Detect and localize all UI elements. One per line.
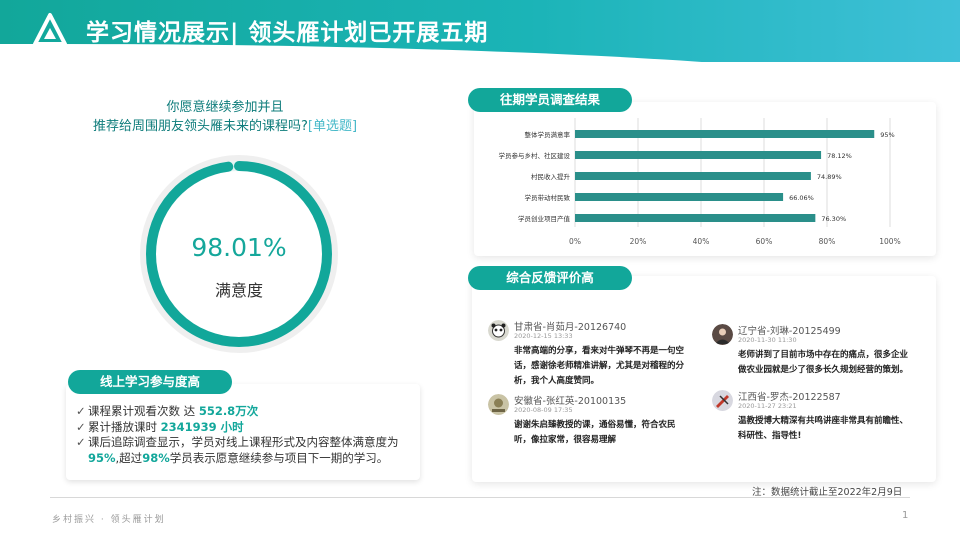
x-tick-label: 20%	[630, 237, 647, 246]
stat-text: 学员表示愿意继续参与项目下一期的学习。	[169, 450, 389, 465]
check-icon: ✓	[76, 435, 86, 449]
bar-value-label: 78.12%	[827, 152, 852, 160]
feedback-author: 江西省-罗杰-20122587	[738, 392, 841, 403]
feedback-text: 老师讲到了目前市场中存在的痛点，很多企业 做农业园就是少了很多长久规划经营的策划…	[738, 348, 938, 378]
check-icon: ✓	[76, 404, 86, 418]
footer-divider	[50, 497, 910, 498]
stat-highlight: 95%	[88, 450, 116, 465]
x-tick-label: 100%	[879, 237, 900, 246]
stat-label: 课程累计观看次数 达	[88, 404, 199, 418]
feedback-line: 话，感谢徐老师精准讲解，尤其是对稽程的分	[514, 361, 685, 371]
bar-value-label: 66.06%	[789, 194, 814, 202]
bar	[575, 193, 784, 201]
feedback-text: 非常高端的分享，看来对牛弹琴不再是一句空 话，感谢徐老师精准讲解，尤其是对稽程的…	[514, 344, 754, 389]
stat-row-hours: ✓ 累计播放课时 2341939 小时	[76, 420, 421, 436]
x-tick-label: 40%	[693, 237, 710, 246]
stat-row-survey: ✓ 课后追踪调查显示，学员对线上课程形式及内容整体满意度为95%,超过98%学员…	[76, 435, 421, 466]
x-tick-label: 80%	[819, 237, 836, 246]
feedback-line: 听，像拉家常，很容易理解	[514, 435, 617, 445]
feedback-line: 做农业园就是少了很多长久规划经营的策划。	[738, 365, 909, 375]
feedback-author: 安徽省-张红英-20100135	[514, 396, 627, 407]
category-label: 村民收入提升	[531, 172, 571, 181]
footer-text: 乡村振兴 · 领头雁计划	[52, 515, 166, 525]
satisfaction-ring: 98.01% 满意度	[136, 151, 342, 357]
feedback-line: 析，我个人高度赞同。	[514, 376, 600, 386]
check-icon: ✓	[76, 419, 86, 434]
category-label: 学员带动村民致	[525, 193, 571, 202]
stat-value: 552.8万次	[198, 404, 259, 418]
online-learning-title: 线上学习参与度高	[68, 370, 232, 394]
category-label: 整体学员满意率	[525, 130, 571, 139]
feedback-title: 综合反馈评价高	[468, 266, 632, 290]
feedback-line: 非常高端的分享，看来对牛弹琴不再是一句空	[514, 346, 685, 356]
feedback-line: 科研性、指导性!	[738, 431, 802, 441]
flag-avatar-icon	[712, 390, 733, 411]
satisfaction-percent: 98.01%	[191, 233, 287, 262]
feedback-author: 甘肃省-肖茹月-20126740	[514, 322, 627, 333]
person-avatar-icon	[712, 324, 733, 345]
bar	[575, 172, 811, 180]
panda-avatar-icon	[488, 320, 509, 341]
stat-text: ,超过	[115, 450, 143, 465]
page-number: 1	[902, 510, 909, 521]
category-label: 学员参与乡村、社区建设	[499, 151, 571, 160]
feedback-date: 2020-11-30 11:30	[738, 336, 797, 344]
feedback-text: 温教授博大精深有共鸣讲座非常具有前瞻性、 科研性、指导性!	[738, 414, 938, 444]
stat-highlight: 98%	[142, 450, 170, 465]
question-type-tag: [单选题]	[307, 119, 358, 134]
feedback-text: 谢谢朱启臻教授的课，通俗易懂，符合农民 听，像拉家常，很容易理解	[514, 418, 714, 448]
feedback-line: 老师讲到了目前市场中存在的痛点，很多企业	[738, 350, 909, 360]
stat-label: 累计播放课时	[88, 419, 161, 434]
feedback-line: 温教授博大精深有共鸣讲座非常具有前瞻性、	[738, 416, 909, 426]
x-tick-label: 60%	[756, 237, 773, 246]
badge-avatar-icon	[488, 394, 509, 415]
bar-value-label: 74.89%	[817, 173, 842, 181]
feedback-date: 2020-11-27 23:21	[738, 402, 797, 410]
triangle-logo-icon	[33, 13, 67, 46]
survey-bar-chart: 0% 20% 40% 60% 80% 100% 整体学员满意率 95% 学员参与乡村、社区建设 7…	[499, 118, 901, 246]
bar	[575, 130, 875, 138]
feedback-author: 辽宁省-刘琳-20125499	[738, 326, 841, 337]
question-line-2: 推荐给周围朋友领头雁未来的课程吗?	[92, 119, 308, 134]
bar-value-label: 95%	[880, 131, 894, 139]
bar-value-label: 76.30%	[821, 215, 846, 223]
stat-text: 课后追踪调查显示，学员对线上课程形式及内容整体满意度为	[88, 435, 399, 449]
online-learning-stats: ✓ 课程累计观看次数 达 552.8万次 ✓ 累计播放课时 2341939 小时…	[76, 404, 421, 466]
page-title: 学习情况展示| 领头雁计划已开展五期	[86, 20, 489, 46]
x-tick-label: 0%	[569, 237, 581, 246]
feedback-line: 谢谢朱启臻教授的课，通俗易懂，符合农民	[514, 420, 676, 430]
bar	[575, 214, 816, 222]
category-label: 学员创业项目产值	[518, 214, 571, 223]
data-note: 注：数据统计截止至2022年2月9日	[752, 487, 903, 498]
stat-row-views: ✓ 课程累计观看次数 达 552.8万次	[76, 404, 421, 420]
satisfaction-label: 满意度	[214, 281, 263, 300]
survey-question: 你愿意继续参加并且 推荐给周围朋友领头雁未来的课程吗?[单选题]	[60, 98, 390, 136]
bar	[575, 151, 822, 159]
stat-value: 2341939 小时	[160, 419, 244, 434]
feedback-date: 2020-12-15 13:33	[514, 332, 573, 340]
question-line-1: 你愿意继续参加并且	[166, 100, 284, 115]
feedback-date: 2020-08-09 17:35	[514, 406, 573, 414]
